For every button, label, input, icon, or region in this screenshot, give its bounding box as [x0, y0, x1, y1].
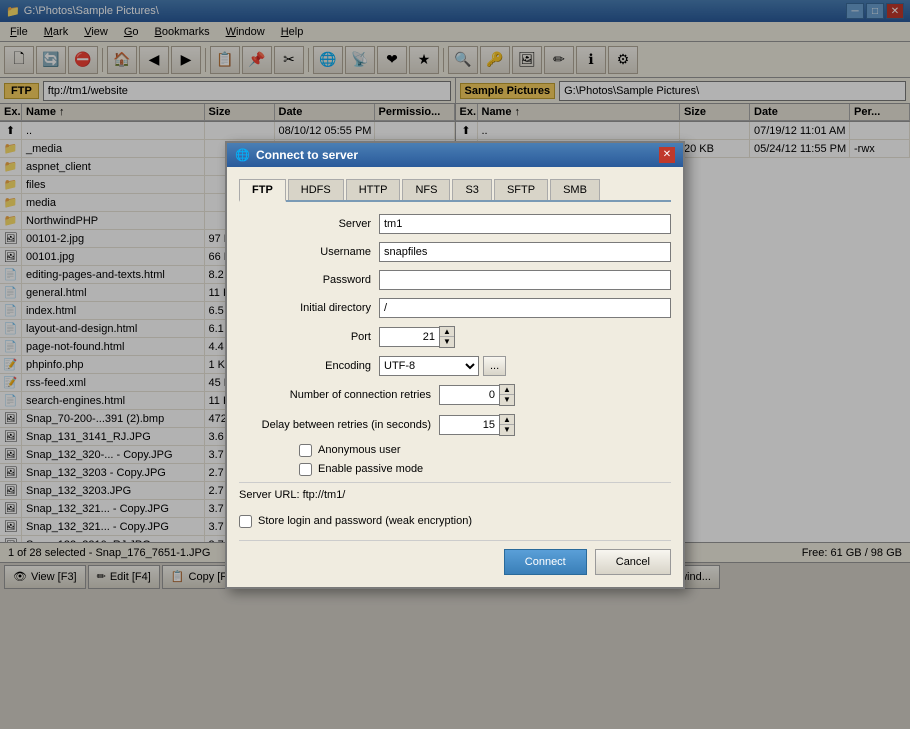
- store-login-row: Store login and password (weak encryptio…: [239, 515, 671, 528]
- retries-up-button[interactable]: ▲: [500, 385, 514, 395]
- initdir-row: Initial directory: [239, 298, 671, 318]
- delay-spinner: ▲ ▼: [439, 414, 515, 436]
- connect-dialog: 🌐 Connect to server ✕ FTP HDFS HTTP NFS …: [225, 141, 685, 589]
- port-spinner: ▲ ▼: [379, 326, 455, 348]
- retries-label: Number of connection retries: [239, 389, 439, 401]
- anonymous-label: Anonymous user: [318, 444, 401, 456]
- port-up-button[interactable]: ▲: [440, 327, 454, 337]
- dialog-title-bar: 🌐 Connect to server ✕: [227, 143, 683, 167]
- port-down-button[interactable]: ▼: [440, 337, 454, 347]
- retries-spinner: ▲ ▼: [439, 384, 515, 406]
- tab-hdfs[interactable]: HDFS: [288, 179, 344, 200]
- initdir-label: Initial directory: [239, 302, 379, 314]
- cancel-button[interactable]: Cancel: [595, 549, 671, 575]
- username-row: Username: [239, 242, 671, 262]
- retries-input[interactable]: [439, 385, 499, 405]
- delay-down-button[interactable]: ▼: [500, 425, 514, 435]
- dialog-title-text: Connect to server: [256, 148, 358, 162]
- dialog-tab-bar: FTP HDFS HTTP NFS S3 SFTP SMB: [239, 179, 671, 202]
- anonymous-row: Anonymous user: [239, 444, 671, 457]
- encoding-label: Encoding: [239, 360, 379, 372]
- tab-http[interactable]: HTTP: [346, 179, 401, 200]
- password-input[interactable]: [379, 270, 671, 290]
- tab-nfs[interactable]: NFS: [402, 179, 450, 200]
- tab-s3[interactable]: S3: [452, 179, 491, 200]
- dialog-overlay: 🌐 Connect to server ✕ FTP HDFS HTTP NFS …: [0, 0, 910, 729]
- anonymous-checkbox[interactable]: [299, 444, 312, 457]
- username-input[interactable]: [379, 242, 671, 262]
- password-label: Password: [239, 274, 379, 286]
- password-row: Password: [239, 270, 671, 290]
- username-label: Username: [239, 246, 379, 258]
- dialog-buttons: Connect Cancel: [239, 540, 671, 575]
- encoding-row: Encoding UTF-8 ...: [239, 356, 671, 376]
- dialog-close-button[interactable]: ✕: [659, 147, 675, 163]
- delay-up-button[interactable]: ▲: [500, 415, 514, 425]
- store-login-label: Store login and password (weak encryptio…: [258, 515, 472, 527]
- port-label: Port: [239, 331, 379, 343]
- tab-sftp[interactable]: SFTP: [494, 179, 548, 200]
- server-label: Server: [239, 218, 379, 230]
- connect-button[interactable]: Connect: [504, 549, 587, 575]
- encoding-select[interactable]: UTF-8: [379, 356, 479, 376]
- dialog-icon: 🌐: [235, 148, 250, 162]
- tab-smb[interactable]: SMB: [550, 179, 600, 200]
- server-row: Server: [239, 214, 671, 234]
- passive-label: Enable passive mode: [318, 463, 423, 475]
- port-row: Port ▲ ▼: [239, 326, 671, 348]
- initdir-input[interactable]: [379, 298, 671, 318]
- port-input[interactable]: [379, 327, 439, 347]
- retries-down-button[interactable]: ▼: [500, 395, 514, 405]
- delay-row: Delay between retries (in seconds) ▲ ▼: [239, 414, 671, 436]
- delay-label: Delay between retries (in seconds): [239, 419, 439, 431]
- encoding-dots-button[interactable]: ...: [483, 356, 506, 376]
- store-login-checkbox[interactable]: [239, 515, 252, 528]
- passive-checkbox[interactable]: [299, 463, 312, 476]
- tab-ftp[interactable]: FTP: [239, 179, 286, 202]
- server-url: Server URL: ftp://tm1/: [239, 482, 671, 507]
- retries-row: Number of connection retries ▲ ▼: [239, 384, 671, 406]
- server-input[interactable]: [379, 214, 671, 234]
- passive-row: Enable passive mode: [239, 463, 671, 476]
- delay-input[interactable]: [439, 415, 499, 435]
